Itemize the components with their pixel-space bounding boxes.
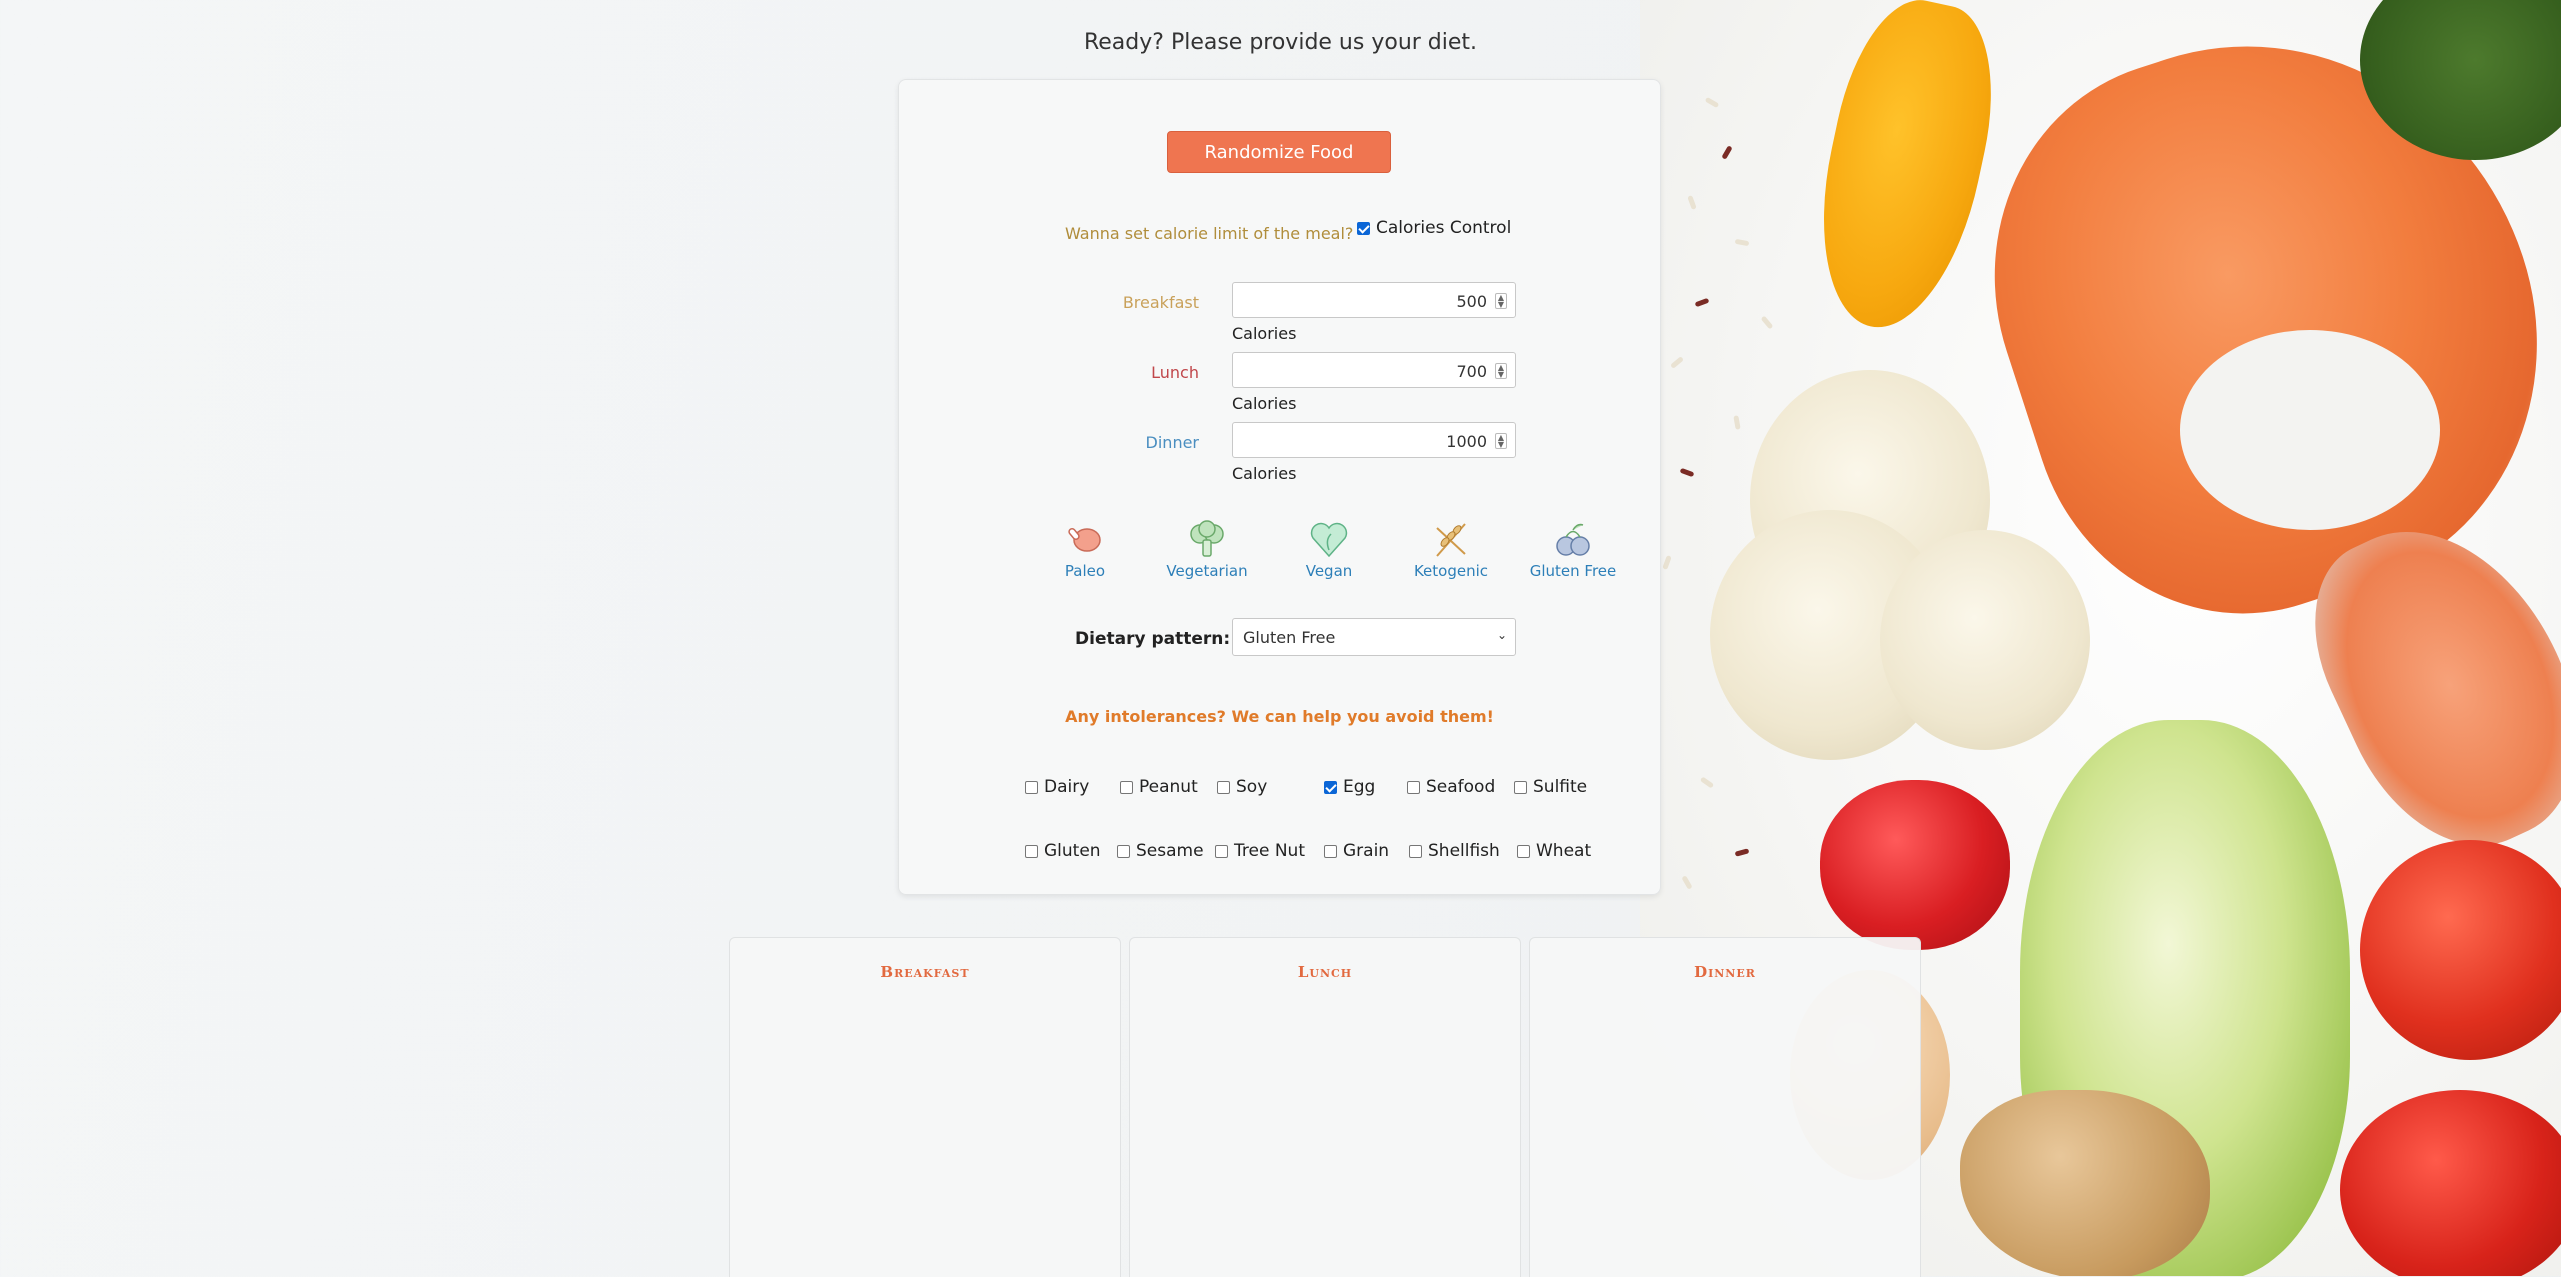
dietary-pattern-select[interactable]: Gluten Free ⌄ [1232,618,1516,656]
diet-option-vegetarian[interactable]: Vegetarian [1157,520,1257,580]
spinner-icon[interactable]: ▲ ▼ [1495,433,1507,449]
lunch-calories-value: 700 [1456,362,1487,381]
breakfast-calories-value: 500 [1456,292,1487,311]
intolerance-label: Soy [1236,777,1268,797]
dinner-calories-value: 1000 [1446,432,1487,451]
dinner-panel: Dinner [1529,937,1921,1277]
berries-icon [1551,520,1595,560]
meat-leg-icon [1063,520,1107,560]
checkbox-box[interactable] [1215,844,1228,858]
randomize-food-button[interactable]: Randomize Food [1167,131,1391,173]
diet-label: Ketogenic [1413,562,1489,580]
dietary-pattern-label: Dietary pattern: [1075,629,1231,649]
intolerance-soy-checkbox[interactable]: Soy [1217,777,1267,797]
panel-title: Lunch [1297,963,1353,981]
diet-option-gluten-free[interactable]: Gluten Free [1523,520,1623,580]
intolerance-label: Dairy [1044,777,1090,797]
breakfast-unit: Calories [1232,324,1297,343]
dinner-unit: Calories [1232,464,1297,483]
diet-label: Gluten Free [1529,562,1617,580]
diet-label: Paleo [1064,562,1106,580]
intolerance-egg-checkbox[interactable]: Egg [1324,777,1375,797]
diet-label: Vegetarian [1166,562,1248,580]
checkbox-box[interactable] [1324,844,1337,858]
checkbox-box[interactable] [1407,780,1420,794]
breakfast-panel: Breakfast [729,937,1121,1277]
calories-control-checkbox[interactable]: Calories Control [1357,218,1511,238]
diet-label: Vegan [1305,562,1353,580]
dinner-calories-input[interactable]: 1000 ▲ ▼ [1232,422,1516,458]
checkbox-box[interactable] [1357,221,1370,235]
checkbox-box[interactable] [1025,844,1038,858]
diet-option-ketogenic[interactable]: Ketogenic [1401,520,1501,580]
intolerance-label: Grain [1343,841,1390,861]
intolerance-tree-nut-checkbox[interactable]: Tree Nut [1215,841,1305,861]
lunch-panel: Lunch [1129,937,1521,1277]
intolerance-label: Gluten [1044,841,1101,861]
calorie-limit-question: Wanna set calorie limit of the meal? [1065,224,1354,243]
checkbox-box[interactable] [1120,780,1133,794]
intolerance-label: Wheat [1536,841,1592,861]
wheat-crossed-icon [1429,520,1473,560]
spinner-icon[interactable]: ▲ ▼ [1495,363,1507,379]
intolerance-seafood-checkbox[interactable]: Seafood [1407,777,1495,797]
intolerance-dairy-checkbox[interactable]: Dairy [1025,777,1089,797]
checkbox-box[interactable] [1514,780,1527,794]
intolerance-sesame-checkbox[interactable]: Sesame [1117,841,1204,861]
checkbox-box[interactable] [1025,780,1038,794]
intolerance-grain-checkbox[interactable]: Grain [1324,841,1389,861]
intolerance-peanut-checkbox[interactable]: Peanut [1120,777,1198,797]
intolerance-wheat-checkbox[interactable]: Wheat [1517,841,1591,861]
intolerance-label: Sesame [1136,841,1204,861]
checkbox-box[interactable] [1409,844,1422,858]
lunch-unit: Calories [1232,394,1297,413]
lunch-label: Lunch [1151,363,1199,382]
intolerance-sulfite-checkbox[interactable]: Sulfite [1514,777,1587,797]
diet-form-card: Randomize Food Wanna set calorie limit o… [898,79,1661,895]
diet-option-vegan[interactable]: Vegan [1279,520,1379,580]
broccoli-icon [1185,520,1229,560]
spinner-icon[interactable]: ▲ ▼ [1495,293,1507,309]
intolerance-label: Tree Nut [1234,841,1305,861]
breakfast-calories-input[interactable]: 500 ▲ ▼ [1232,282,1516,318]
intolerances-question: Any intolerances? We can help you avoid … [1065,707,1494,726]
calories-control-label: Calories Control [1376,218,1512,238]
intolerance-label: Egg [1343,777,1376,797]
intolerance-label: Seafood [1426,777,1496,797]
checkbox-box[interactable] [1324,780,1337,794]
breakfast-label: Breakfast [1122,293,1199,312]
panel-title: Breakfast [880,963,970,981]
panel-title: Dinner [1694,963,1756,981]
intolerance-label: Sulfite [1533,777,1588,797]
dietary-pattern-value: Gluten Free [1243,628,1336,647]
chevron-down-icon: ⌄ [1496,628,1507,642]
diet-option-paleo[interactable]: Paleo [1035,520,1135,580]
intolerance-label: Peanut [1139,777,1198,797]
heart-leaf-icon [1307,520,1351,560]
intolerance-gluten-checkbox[interactable]: Gluten [1025,841,1101,861]
checkbox-box[interactable] [1217,780,1230,794]
dinner-label: Dinner [1145,433,1199,452]
checkbox-box[interactable] [1517,844,1530,858]
page-headline: Ready? Please provide us your diet. [1083,30,1478,55]
checkbox-box[interactable] [1117,844,1130,858]
intolerance-label: Shellfish [1428,841,1500,861]
intolerance-shellfish-checkbox[interactable]: Shellfish [1409,841,1500,861]
lunch-calories-input[interactable]: 700 ▲ ▼ [1232,352,1516,388]
